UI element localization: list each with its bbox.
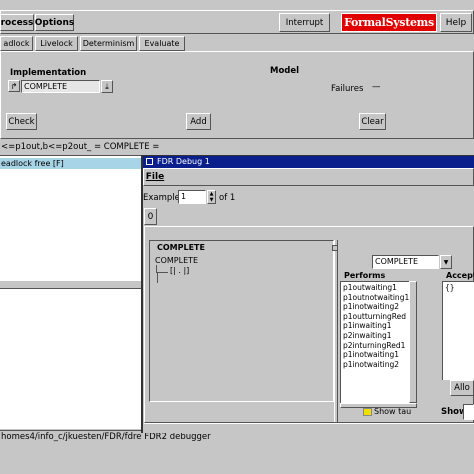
failures-label: Failures — [331, 84, 364, 94]
performs-item[interactable]: p1outwaiting1 — [343, 283, 409, 293]
tab-deadlock[interactable]: adlock — [0, 36, 33, 51]
process-selector-button[interactable]: ▼ — [440, 255, 452, 269]
performs-scrollbar[interactable] — [409, 281, 417, 403]
impl-arrow-button[interactable]: ↱ — [8, 80, 20, 92]
example-label: Example — [143, 193, 180, 203]
performs-item[interactable]: p1outnotwaiting1 — [343, 293, 409, 303]
check-form-panel — [0, 51, 474, 139]
bottom-strip — [0, 444, 474, 474]
arrow-right-icon: ↱ — [10, 81, 18, 91]
performs-item[interactable]: p1inotwaiting2 — [343, 360, 409, 370]
tab-determinism[interactable]: Determinism — [80, 36, 137, 51]
accept-label: Accept — [446, 271, 474, 280]
performs-item[interactable]: p1inwaiting1 — [343, 321, 409, 331]
performs-label: Performs — [344, 271, 386, 280]
debug-title: FDR Debug 1 — [157, 157, 210, 166]
debug-title-bar[interactable]: FDR Debug 1 — [143, 156, 474, 168]
show-tau-label: Show tau — [374, 407, 412, 416]
process-info-area — [0, 289, 144, 429]
tree-node-complete[interactable]: COMPLETE — [155, 256, 198, 265]
formal-systems-logo: FormalSystems — [341, 13, 437, 32]
tree-vertical-line — [157, 273, 158, 283]
left-divider — [0, 280, 144, 289]
show-tau-checkbox[interactable] — [363, 408, 372, 416]
chevron-down-icon: ▼ — [443, 258, 449, 266]
performs-list[interactable]: p1outwaiting1 p1outnotwaiting1 p1inotwai… — [340, 281, 409, 403]
performs-item[interactable]: p2inturningRed1 — [343, 341, 409, 351]
example-spinner[interactable]: ▲ ▼ — [207, 190, 216, 204]
status-text: homes4/info_c/jkuesten/FDR/fdre FDR2 deb… — [1, 432, 211, 442]
tab-evaluate[interactable]: Evaluate — [139, 36, 185, 51]
accept-list[interactable]: {} — [442, 281, 474, 380]
assertion-line[interactable]: <=p1out,b<=p2out_ = COMPLETE = — [1, 142, 159, 152]
debug-bottom-edge — [144, 423, 474, 431]
tab-example-0[interactable]: 0 — [144, 208, 157, 225]
interrupt-button[interactable]: Interrupt — [279, 13, 330, 32]
spin-down-icon: ▼ — [209, 197, 214, 203]
add-button[interactable]: Add — [186, 113, 211, 130]
selected-assertion-text: eadlock free [F] — [1, 159, 64, 168]
model-label: Model — [270, 66, 300, 76]
tree-header: COMPLETE — [157, 243, 205, 252]
check-button[interactable]: Check — [6, 113, 37, 130]
process-selector[interactable]: COMPLETE — [372, 255, 439, 269]
implementation-field[interactable]: COMPLETE — [21, 80, 100, 93]
example-value: 1 — [181, 192, 187, 201]
help-button[interactable]: Help — [440, 13, 472, 32]
debug-menu-bar — [143, 168, 474, 186]
process-selector-value: COMPLETE — [375, 257, 419, 266]
debug-menu-file[interactable]: File — [145, 170, 165, 184]
clear-button[interactable]: Clear — [359, 113, 386, 130]
sash-grip[interactable] — [332, 245, 338, 251]
allow-button[interactable]: Allo — [450, 380, 474, 396]
tree-node-child[interactable]: [| . |] — [170, 266, 189, 275]
window-icon — [146, 158, 153, 165]
selected-assertion-row[interactable]: eadlock free [F] — [0, 158, 144, 169]
tab-livelock[interactable]: Livelock — [35, 36, 78, 51]
accept-item[interactable]: {} — [445, 283, 474, 293]
logo-text: FormalSystems — [344, 16, 434, 29]
menu-process[interactable]: rocess — [0, 14, 34, 31]
example-field[interactable]: 1 — [178, 190, 206, 204]
performs-item[interactable]: p1inotwaiting1 — [343, 350, 409, 360]
of-label: of 1 — [219, 193, 236, 203]
failures-value[interactable]: — — [372, 82, 381, 92]
pane-sash[interactable] — [334, 240, 338, 422]
impl-menu-button[interactable]: ⤓ — [101, 80, 113, 93]
performs-item[interactable]: p2inwaiting1 — [343, 331, 409, 341]
assertion-list[interactable] — [0, 155, 144, 280]
download-icon: ⤓ — [105, 81, 109, 91]
performs-item[interactable]: p1inotwaiting2 — [343, 302, 409, 312]
implementation-label: Implementation — [10, 68, 87, 78]
show-field[interactable] — [463, 404, 474, 420]
tree-connector — [156, 265, 168, 273]
menu-options[interactable]: Options — [35, 14, 74, 31]
implementation-value: COMPLETE — [24, 82, 68, 91]
performs-item[interactable]: p1outturningRed — [343, 312, 409, 322]
